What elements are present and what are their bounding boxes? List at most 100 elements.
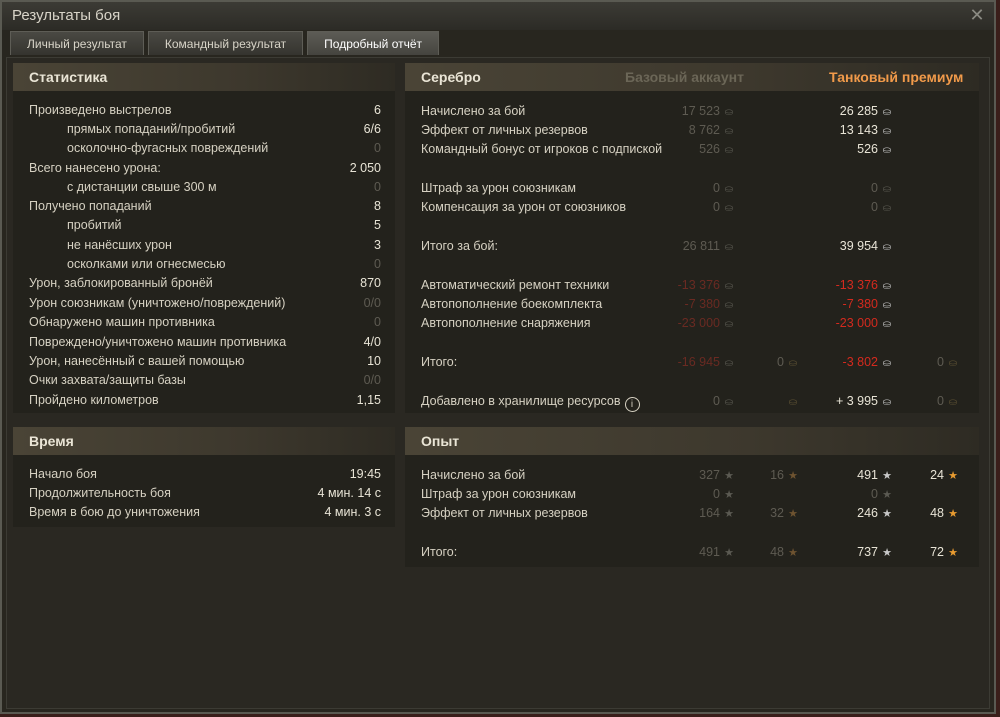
base-free-xp-value: 48: [770, 545, 784, 559]
base-silver-value: -7 380: [684, 297, 720, 311]
battle-results-window: Результаты боя ✕ Личный результат Команд…: [0, 0, 996, 714]
premium-free-xp-cell: 24 ★: [930, 468, 959, 482]
stat-row: осколками или огнесмесью 0: [13, 255, 395, 274]
stat-row: прямых попаданий/пробитий 6/6: [13, 120, 395, 139]
base-free-xp-value: 32: [770, 506, 784, 520]
premium-silver-value: -7 380: [842, 297, 878, 311]
experience-title: Опыт: [421, 433, 460, 449]
gold-icon: ⛀: [948, 397, 958, 408]
base-silver-value: 0: [713, 394, 720, 408]
report-content: Статистика Произведено выстрелов 6 прямых …: [6, 57, 990, 709]
silver-row: Автоматический ремонт техники -13 376 ⛀ -13…: [405, 276, 979, 295]
time-label: Время в бою до уничтожения: [29, 505, 200, 519]
stat-label: Повреждено/уничтожено машин противника: [29, 335, 287, 349]
silver-label: Итого:: [421, 355, 458, 369]
premium-value-cell: -7 380 ⛀: [843, 297, 893, 311]
experience-row: Итого: 491 ★ 48 ★ 737 ★ 72 ★: [405, 543, 979, 562]
silver-title: Серебро: [421, 69, 481, 85]
silver-row: Добавлено в хранилище ресурсов i 0 ⛀ ⛀ + 3 99…: [405, 392, 979, 412]
time-value: 19:45: [349, 467, 381, 481]
stat-row: Повреждено/уничтожено машин противника 4/…: [13, 333, 395, 352]
statistics-title: Статистика: [29, 69, 108, 85]
stat-label: Пройдено километров: [29, 393, 159, 407]
base-silver-value: 8 762: [688, 123, 720, 137]
premium-silver-value: 0: [871, 200, 878, 214]
base-xp-cell: 164 ★: [699, 506, 735, 520]
base-xp-cell: 327 ★: [699, 468, 735, 482]
base-free-xp-value: 16: [770, 468, 784, 482]
premium-xp-cell: 737 ★: [857, 545, 893, 559]
star-icon: ★: [948, 470, 958, 482]
silver-row: Итого за бой: 26 811 ⛀ 39 954 ⛀: [405, 237, 979, 256]
coin-icon: ⛀: [724, 358, 734, 369]
coin-icon: ⛀: [724, 126, 734, 137]
premium-free-xp-value: 72: [930, 545, 944, 559]
base-value-cell: 0 ⛀: [713, 394, 735, 408]
coin-icon: ⛀: [724, 319, 734, 330]
coin-icon: ⛀: [882, 300, 892, 311]
stat-row: Всего нанесено урона: 2 050: [13, 159, 395, 178]
stat-value: 10: [367, 354, 381, 368]
experience-row: Штраф за урон союзникам 0 ★ 0 ★: [405, 485, 979, 504]
silver-panel: Серебро Базовый аккаунт Танковый премиум…: [405, 63, 979, 413]
time-header: Время: [13, 427, 395, 455]
base-xp-cell: 491 ★: [699, 545, 735, 559]
premium-value-cell: 0 ⛀: [871, 200, 893, 214]
star-icon: ★: [882, 547, 892, 559]
tab-bar: Личный результат Командный результат Под…: [10, 31, 443, 57]
gold-icon: ⛀: [788, 358, 798, 369]
coin-icon: ⛀: [882, 145, 892, 156]
stat-value: 1,15: [356, 393, 381, 407]
premium-xp-value: 491: [857, 468, 878, 482]
stat-row: Урон, заблокированный бронёй 870: [13, 274, 395, 293]
info-icon[interactable]: i: [624, 397, 640, 412]
silver-row: Начислено за бой 17 523 ⛀ 26 285 ⛀: [405, 102, 979, 121]
premium-value-cell: 0 ⛀: [871, 181, 893, 195]
stat-row: Урон союзникам (уничтожено/повреждений) 0…: [13, 294, 395, 313]
coin-icon: ⛀: [724, 145, 734, 156]
gold-icon: ⛀: [948, 358, 958, 369]
stat-label: Очки захвата/защиты базы: [29, 373, 186, 387]
coin-icon: ⛀: [882, 203, 892, 214]
premium-value-cell: -13 376 ⛀: [836, 278, 893, 292]
tab-personal-result[interactable]: Личный результат: [10, 31, 144, 55]
premium-free-xp-value: 48: [930, 506, 944, 520]
titlebar: Результаты боя ✕: [2, 2, 994, 30]
base-value-cell: 8 762 ⛀: [689, 123, 735, 137]
close-icon[interactable]: ✕: [968, 6, 986, 24]
stat-value: 0/0: [363, 296, 381, 310]
stat-row: пробитий 5: [13, 216, 395, 235]
coin-icon: ⛀: [724, 203, 734, 214]
stat-label: осколочно-фугасных повреждений: [67, 141, 269, 155]
star-icon: ★: [882, 470, 892, 482]
premium-silver-value: 13 143: [839, 123, 878, 137]
base-value-cell: 26 811 ⛀: [683, 239, 735, 253]
silver-row: Автопополнение снаряжения -23 000 ⛀ -23 000…: [405, 314, 979, 333]
base-silver-value: -13 376: [677, 278, 720, 292]
stat-value: 4/0: [363, 335, 381, 349]
silver-label: Итого за бой:: [421, 239, 498, 253]
stat-row: не нанёсших урон 3: [13, 236, 395, 255]
time-panel: Время Начало боя 19:45 Продолжительность б…: [13, 427, 395, 527]
silver-label: Эффект от личных резервов: [421, 123, 588, 137]
stat-label: Урон союзникам (уничтожено/повреждений): [29, 296, 286, 310]
tab-detailed-report[interactable]: Подробный отчёт: [307, 31, 440, 55]
silver-row: Штраф за урон союзникам 0 ⛀ 0 ⛀: [405, 179, 979, 198]
stat-label: пробитий: [67, 218, 122, 232]
base-silver-value: 0: [713, 200, 720, 214]
premium-xp-cell: 246 ★: [857, 506, 893, 520]
star-icon: ★: [788, 470, 798, 482]
base-gold-cell: 0 ⛀: [777, 355, 799, 369]
silver-row: Итого: -16 945 ⛀ 0 ⛀ -3 802 ⛀ 0 ⛀: [405, 353, 979, 372]
coin-icon: ⛀: [724, 281, 734, 292]
stat-row: Очки захвата/защиты базы 0/0: [13, 371, 395, 390]
stat-value: 0: [374, 315, 381, 329]
tab-team-result[interactable]: Командный результат: [147, 31, 304, 55]
stat-value: 3: [374, 238, 381, 252]
base-free-xp-cell: 16 ★: [770, 468, 799, 482]
silver-row: Компенсация за урон от союзников 0 ⛀ 0 ⛀: [405, 198, 979, 217]
gold-icon: ⛀: [788, 397, 798, 408]
stat-label: Произведено выстрелов: [29, 103, 172, 117]
premium-silver-value: -3 802: [842, 355, 878, 369]
stat-value: 2 050: [349, 161, 381, 175]
